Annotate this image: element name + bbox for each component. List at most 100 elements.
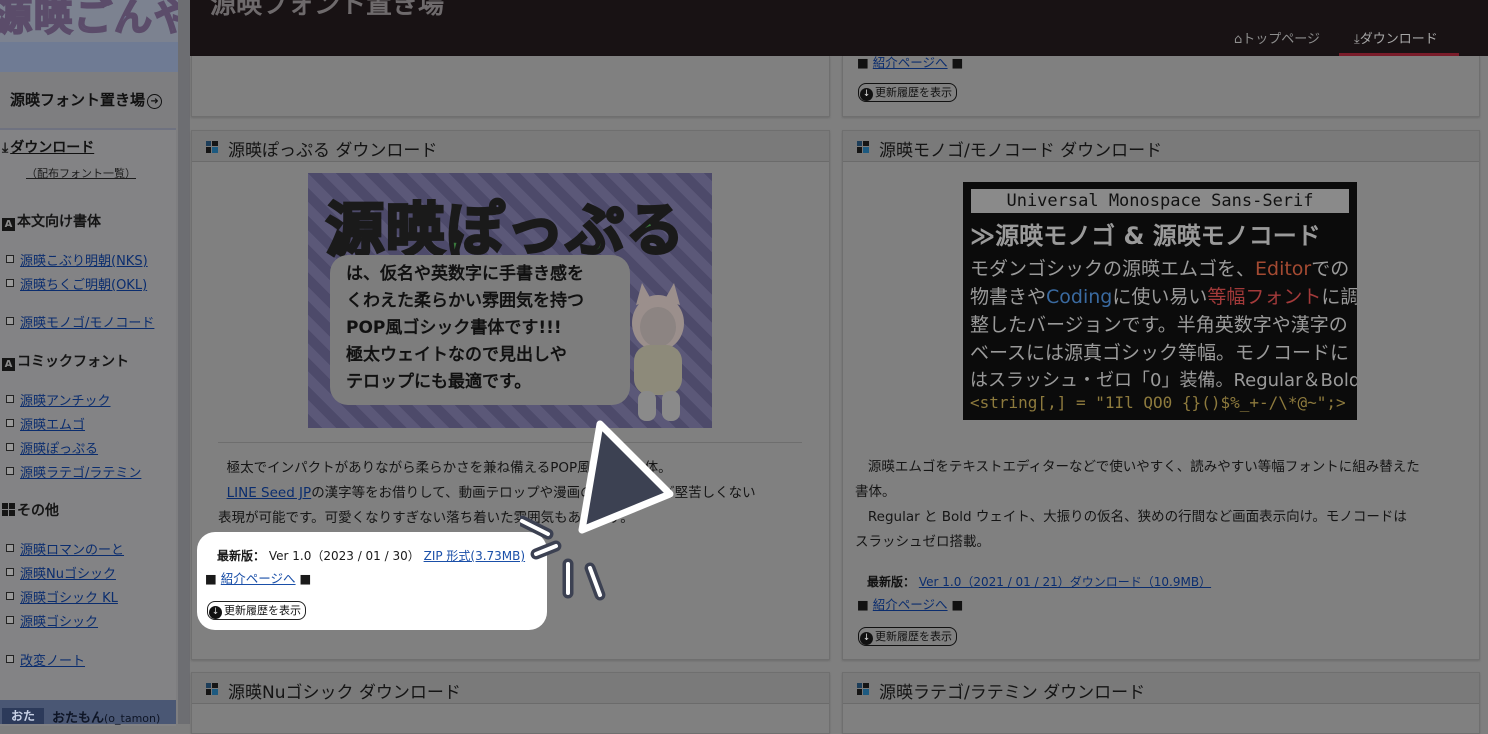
author-avatar[interactable]: おた: [2, 708, 44, 724]
download-icon: ⤓: [2, 140, 9, 156]
poster-code: <string[,] = "1Il QO0 {}()$%_+-/\*@~";>: [970, 393, 1346, 412]
sidebar-item-gothic[interactable]: 源暎ゴシック: [6, 611, 98, 630]
desc-text: 源暎エムゴをテキストエディターなどで使いやすく、読みやすい等幅フォントに組み替え…: [867, 459, 1420, 475]
sidebar-item-antique[interactable]: 源暎アンチック: [6, 390, 110, 409]
popple-poster-image: 源暎ぽっぷる は、仮名や英数字に手書き感を くわえた柔らかい雰囲気を持つ POP…: [308, 173, 712, 428]
release-label: 最新版：: [217, 549, 266, 563]
desc-line: 極太でインパクトがありながら柔らかさを兼ね備えるPOP風ゴシック体。: [218, 456, 818, 481]
desc-line: LINE Seed JPの漢字等をお借りして、動画テロップや漫画の描き文字など堅…: [218, 481, 818, 506]
sidebar-item-changelog[interactable]: 改変ノート: [6, 650, 85, 669]
sidebar-item-nu[interactable]: 源暎Nuゴシック: [6, 563, 116, 582]
sidebar-item-label: 源暎ぽっぷる: [20, 442, 99, 457]
sidebar-item-label: 源暎ちくご明朝(OKL): [20, 278, 148, 293]
poster-text: に使い易い: [1112, 286, 1208, 308]
sidebar-item-label: 改変ノート: [20, 654, 86, 669]
poster-text: 等幅フォント: [1207, 286, 1322, 308]
sidebar-item-label: ダウンロード: [10, 140, 95, 156]
card-header: 源暎Nuゴシック ダウンロード: [192, 673, 829, 704]
history-button-label: 更新履歴を表示: [224, 604, 301, 617]
bullet-icon: [6, 443, 14, 451]
sidebar-section-comic: A コミックフォント: [2, 351, 129, 371]
pointer-cursor-icon: [520, 420, 674, 601]
arrow-right-circle-icon: ➜: [147, 94, 163, 109]
desc-line: スラッシュゼロ搭載。: [855, 534, 990, 550]
sidebar: 源暎ごんや堂 源暎フォント置き場➜ ⤓ダウンロード （配布フォント一覧） A本文…: [0, 0, 178, 726]
bullet-icon: [6, 655, 14, 663]
sidebar-item-monogo[interactable]: 源暎モノゴ/モノコード: [6, 312, 154, 331]
sidebar-item-label: 源暎アンチック: [20, 394, 111, 409]
poster-line: 整したバージョンです。半角英数字や漢字の: [970, 314, 1348, 336]
sidebar-item-label: 源暎ラテゴ/ラテミン: [20, 466, 142, 481]
intro-page-link[interactable]: 紹介ページへ: [873, 597, 948, 612]
section-mark-icon: [206, 141, 218, 153]
intro-page-link[interactable]: 紹介ページへ: [873, 55, 948, 70]
release-row: 最新版： Ver 1.0（2021 / 01 / 21）ダウンロード（10.9M…: [867, 573, 1211, 590]
poster-line: モダンゴシックの源暎エムゴを、Editorでの: [970, 254, 1349, 281]
card-title: 源暎ラテゴ/ラテミン ダウンロード: [879, 683, 1146, 703]
intro-row: ■ 紹介ページへ ■: [857, 597, 964, 612]
sidebar-item-kobori[interactable]: 源暎こぶり明朝(NKS): [6, 250, 148, 269]
sidebar-item-latego[interactable]: 源暎ラテゴ/ラテミン: [6, 462, 141, 481]
download-link[interactable]: Ver 1.0（2021 / 01 / 21）ダウンロード（10.9MB）: [919, 575, 1211, 589]
intro-page-link[interactable]: 紹介ページへ: [221, 571, 296, 586]
author-name[interactable]: おたもん(o_tamon): [52, 707, 160, 726]
card-top-right: ■ 紹介ページへ ■ ↓ 更新履歴を表示: [842, 55, 1480, 117]
bullet-icon: [6, 279, 14, 287]
poster-line: は、仮名や英数字に手書き感を: [346, 264, 584, 284]
poster-line: 極太ウェイトなので見出しや: [346, 345, 567, 365]
author-handle: (o_tamon): [104, 712, 161, 725]
section-label: その他: [17, 503, 59, 519]
sidebar-item-label: 源暎ゴシック: [20, 615, 99, 630]
poster-line: はスラッシュ・ゼロ「0」装備。Regular＆Bold: [970, 370, 1357, 391]
poster-text: に調: [1321, 286, 1357, 308]
sidebar-item-emugo[interactable]: 源暎エムゴ: [6, 414, 85, 433]
bullet-icon: [6, 568, 14, 576]
poster-line: テロップにも最適です。: [346, 372, 532, 392]
zip-download-link[interactable]: ZIP 形式(3.73MB): [424, 549, 525, 563]
bullet-icon: [6, 467, 14, 475]
nav-top-page-label: トップページ: [1242, 32, 1321, 47]
desc-line: 源暎エムゴをテキストエディターなどで使いやすく、読みやすい等幅フォントに組み替え…: [855, 455, 1475, 480]
grid-icon: [2, 503, 15, 516]
line-seed-link[interactable]: LINE Seed JP: [227, 485, 312, 501]
release-row: 最新版： Ver 1.0（2023 / 01 / 30） ZIP 形式(3.73…: [217, 547, 525, 564]
card-header: 源暎モノゴ/モノコード ダウンロード: [843, 131, 1479, 162]
sidebar-item-popple[interactable]: 源暎ぽっぷる: [6, 438, 98, 457]
sidebar-item-download[interactable]: ⤓ ダウンロード: [2, 137, 94, 157]
poster-title: ≫源暎モノゴ & 源暎モノコード: [970, 222, 1321, 250]
history-button[interactable]: ↓ 更新履歴を表示: [858, 83, 957, 102]
arrow-down-circle-icon: ↓: [209, 606, 222, 619]
bullet-icon: [6, 395, 14, 403]
sidebar-item-label: 源暎こぶり明朝(NKS): [20, 254, 148, 269]
sidebar-item-label: 源暎ゴシック KL: [20, 591, 118, 606]
intro-row: ■ 紹介ページへ ■: [857, 55, 964, 70]
section-label: コミックフォント: [17, 354, 129, 370]
monogo-poster-image: Universal Monospace Sans-Serif ≫源暎モノゴ & …: [963, 182, 1357, 420]
sidebar-item-chikugo[interactable]: 源暎ちくご明朝(OKL): [6, 274, 147, 293]
sidebar-title[interactable]: 源暎フォント置き場 ➜: [10, 89, 163, 110]
page: 源暎ごんや堂 源暎フォント置き場➜ ⤓ダウンロード （配布フォント一覧） A本文…: [0, 0, 1488, 734]
poster-title-a: 源暎: [324, 195, 447, 266]
poster-line: くわえた柔らかい雰囲気を持つ: [346, 291, 584, 311]
sidebar-item-label: 源暎エムゴ: [20, 418, 86, 433]
site-logo[interactable]: 源暎ごんや堂: [0, 0, 178, 42]
history-button[interactable]: ↓ 更新履歴を表示: [858, 627, 957, 646]
sidebar-item-gothic-kl[interactable]: 源暎ゴシック KL: [6, 587, 118, 606]
sidebar-item-label: 源暎モノゴ/モノコード: [20, 316, 155, 331]
sidebar-item-roman[interactable]: 源暎ロマンのーと: [6, 539, 124, 558]
poster-text: Editor: [1255, 258, 1312, 280]
history-button[interactable]: ↓ 更新履歴を表示: [207, 601, 306, 620]
desc-text: Regular と Bold ウェイト、大振りの仮名、狭めの行間など画面表示向け…: [867, 509, 1407, 525]
poster-text: 物書きや: [970, 286, 1047, 308]
letter-a-icon: A: [2, 218, 15, 231]
sidebar-item-download-list[interactable]: （配布フォント一覧）: [26, 165, 136, 181]
bullet-icon: [6, 592, 14, 600]
site-title[interactable]: 源暎フォント置き場: [210, 0, 444, 21]
description: 源暎エムゴをテキストエディターなどで使いやすく、読みやすい等幅フォントに組み替え…: [855, 455, 1475, 555]
card-latego: 源暎ラテゴ/ラテミン ダウンロード: [842, 672, 1480, 734]
nav-top-page[interactable]: ⌂トップページ: [1234, 28, 1320, 47]
arrow-down-circle-icon: ↓: [860, 632, 873, 645]
bullet-icon: [6, 317, 14, 325]
nav-download[interactable]: ⤓ダウンロード: [1354, 28, 1438, 47]
poster-line: ベースには源真ゴシック等幅。モノコードに: [970, 342, 1350, 364]
